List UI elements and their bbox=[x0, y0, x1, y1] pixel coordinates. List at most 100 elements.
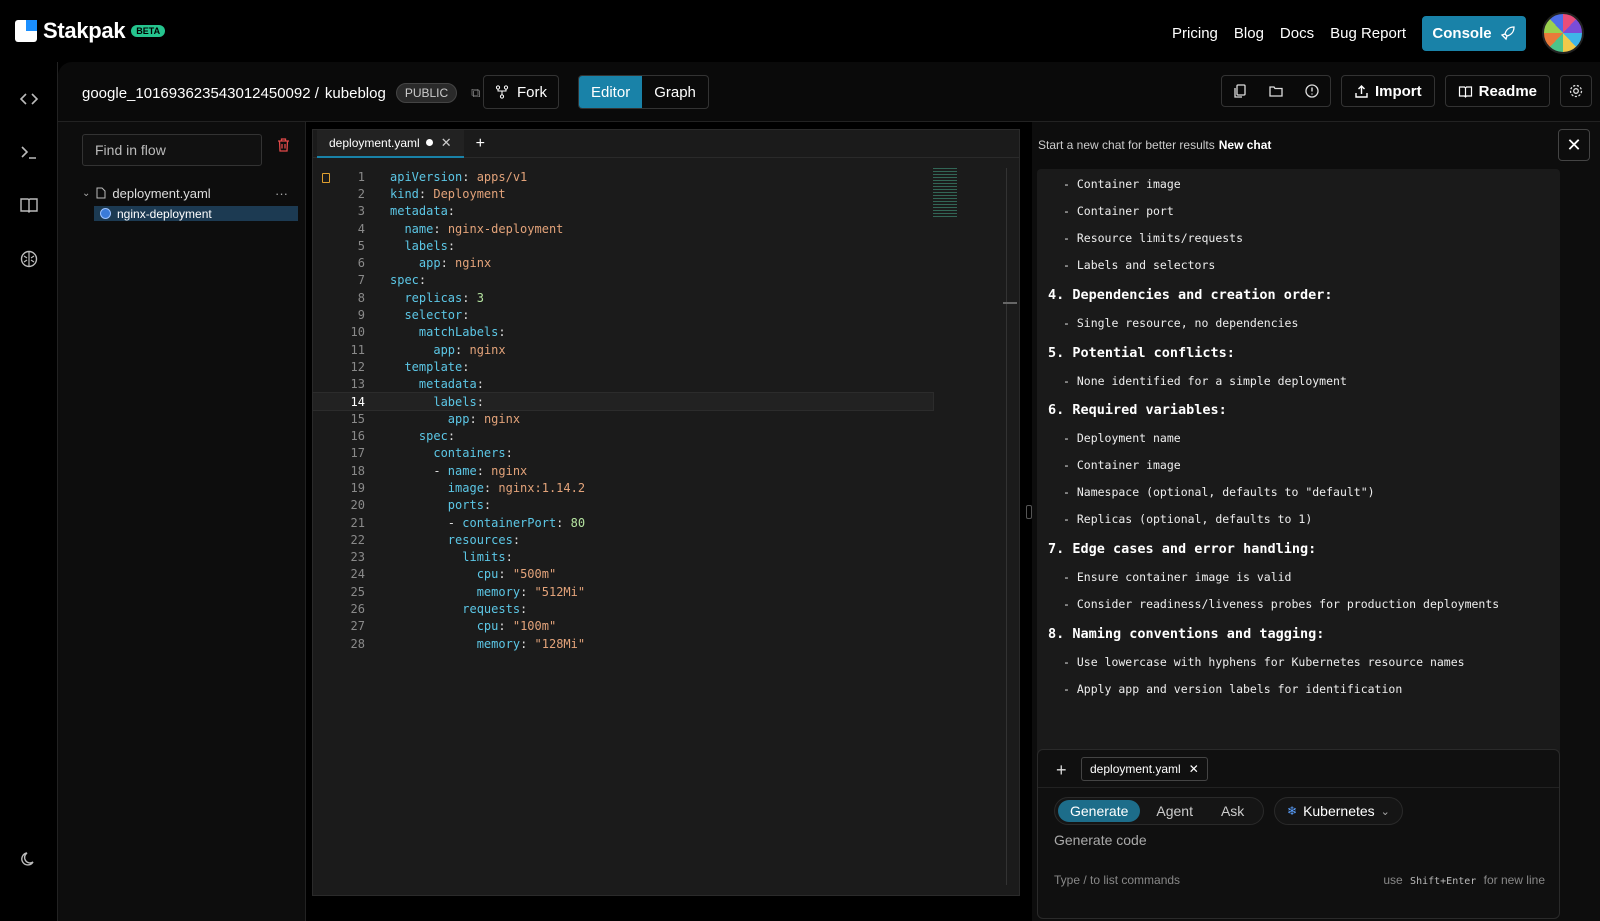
moon-icon[interactable] bbox=[19, 849, 39, 869]
remove-context-icon[interactable]: ✕ bbox=[1189, 762, 1199, 776]
code-line[interactable]: 15 app: nginx bbox=[313, 410, 933, 427]
trash-icon[interactable] bbox=[277, 138, 290, 155]
close-chat-button[interactable]: ✕ bbox=[1558, 129, 1590, 161]
brain-icon[interactable] bbox=[19, 249, 39, 269]
code-token: nginx bbox=[491, 463, 528, 478]
mode-agent[interactable]: Agent bbox=[1144, 800, 1205, 822]
mode-generate[interactable]: Generate bbox=[1058, 800, 1141, 822]
readme-button[interactable]: Readme bbox=[1444, 75, 1550, 107]
code-line[interactable]: 13 metadata: bbox=[313, 376, 933, 393]
user-avatar[interactable] bbox=[1542, 12, 1584, 54]
line-number: 18 bbox=[350, 463, 365, 478]
code-line[interactable]: 27 cpu: "100m" bbox=[313, 618, 933, 635]
code-line[interactable]: 18 - name: nginx bbox=[313, 462, 933, 479]
copy-icon[interactable]: ⧉ bbox=[471, 85, 480, 101]
tab-graph[interactable]: Graph bbox=[642, 76, 708, 108]
code-line[interactable]: 1 apiVersion: apps/v1 bbox=[313, 168, 933, 185]
code-line[interactable]: 5 labels: bbox=[313, 237, 933, 254]
code-token: : bbox=[512, 532, 521, 547]
line-number: 23 bbox=[350, 550, 365, 565]
code-editor: deployment.yaml ✕ + 1 apiVersion: apps/v1… bbox=[312, 129, 1020, 896]
line-number: 27 bbox=[350, 619, 365, 634]
code-line[interactable]: 7 spec: bbox=[313, 272, 933, 289]
code-line[interactable]: 19 image: nginx:1.14.2 bbox=[313, 479, 933, 496]
code-line[interactable]: 4 name: nginx-deployment bbox=[313, 220, 933, 237]
terminal-icon[interactable] bbox=[19, 142, 39, 162]
line-number: 22 bbox=[350, 532, 365, 547]
tab-editor[interactable]: Editor bbox=[579, 76, 643, 108]
fork-button[interactable]: Fork bbox=[483, 75, 559, 109]
more-options-icon[interactable]: ··· bbox=[275, 186, 288, 201]
code-line[interactable]: 16 spec: bbox=[313, 427, 933, 444]
code-token: - bbox=[390, 515, 463, 530]
book-icon[interactable] bbox=[19, 195, 39, 215]
code-line[interactable]: 2 kind: Deployment bbox=[313, 185, 933, 202]
line-number: 12 bbox=[350, 359, 365, 374]
tree-file-row[interactable]: ⌄ deployment.yaml ··· bbox=[82, 184, 302, 202]
code-line[interactable]: 8 replicas: 3 bbox=[313, 289, 933, 306]
console-button[interactable]: Console bbox=[1422, 15, 1526, 51]
editor-tab[interactable]: deployment.yaml ✕ bbox=[317, 129, 464, 158]
code-token: : bbox=[483, 498, 492, 513]
message-bullet: - Consider readiness/liveness probes for… bbox=[1063, 596, 1500, 611]
code-token: "128Mi" bbox=[534, 636, 586, 651]
brand-logo[interactable]: Stakpak BETA bbox=[15, 18, 166, 44]
find-in-flow-input[interactable] bbox=[82, 134, 262, 166]
new-tab-icon[interactable]: + bbox=[476, 135, 485, 153]
nav-pricing[interactable]: Pricing bbox=[1172, 25, 1218, 42]
line-content: metadata: bbox=[390, 204, 455, 218]
line-number: 20 bbox=[350, 498, 365, 513]
new-chat-link[interactable]: New chat bbox=[1219, 138, 1272, 152]
code-line[interactable]: 6 app: nginx bbox=[313, 254, 933, 271]
line-content: - name: nginx bbox=[390, 464, 527, 478]
fork-icon bbox=[495, 85, 509, 99]
code-line[interactable]: 25 memory: "512Mi" bbox=[313, 583, 933, 600]
right-tools: Import Readme bbox=[1220, 75, 1600, 107]
code-token: : bbox=[418, 273, 427, 288]
import-button[interactable]: Import bbox=[1340, 75, 1435, 107]
context-chip[interactable]: deployment.yaml ✕ bbox=[1081, 757, 1208, 781]
code-line[interactable]: 28 memory: "128Mi" bbox=[313, 635, 933, 652]
code-line[interactable]: 11 app: nginx bbox=[313, 341, 933, 358]
vertical-scrollbar[interactable] bbox=[1006, 168, 1007, 885]
nav-blog[interactable]: Blog bbox=[1234, 25, 1264, 42]
message-bullet: - Deployment name bbox=[1063, 431, 1181, 446]
duplicate-icon[interactable] bbox=[1222, 76, 1258, 106]
code-line[interactable]: 3 metadata: bbox=[313, 203, 933, 220]
folder-icon[interactable] bbox=[1258, 76, 1294, 106]
code-token: : bbox=[505, 446, 513, 461]
code-line[interactable]: 12 template: bbox=[313, 358, 933, 375]
mode-ask[interactable]: Ask bbox=[1209, 800, 1256, 822]
code-line[interactable]: 26 requests: bbox=[313, 600, 933, 617]
message-bullet: - Single resource, no dependencies bbox=[1063, 315, 1299, 330]
code-line[interactable]: 9 selector: bbox=[313, 306, 933, 323]
line-content: app: nginx bbox=[390, 343, 505, 357]
code-line[interactable]: 23 limits: bbox=[313, 549, 933, 566]
minimap[interactable] bbox=[933, 168, 957, 218]
code-lines[interactable]: 1 apiVersion: apps/v1 2 kind: Deployment 3 me… bbox=[312, 168, 934, 652]
gear-icon bbox=[1569, 84, 1583, 98]
add-context-icon[interactable]: + bbox=[1056, 760, 1067, 781]
tree-resource-row[interactable]: nginx-deployment bbox=[94, 206, 298, 221]
platform-select[interactable]: ❄ Kubernetes ⌄ bbox=[1274, 797, 1403, 825]
prompt-input[interactable] bbox=[1054, 832, 1544, 848]
code-line[interactable]: 21 - containerPort: 80 bbox=[313, 514, 933, 531]
close-tab-icon[interactable]: ✕ bbox=[441, 135, 452, 151]
code-line[interactable]: 14 labels: bbox=[312, 391, 934, 412]
alert-icon[interactable] bbox=[1294, 76, 1330, 106]
project-owner[interactable]: google_101693623543012450092 / bbox=[82, 85, 319, 102]
chevron-down-icon[interactable]: ⌄ bbox=[82, 188, 90, 199]
code-line[interactable]: 22 resources: bbox=[313, 531, 933, 548]
code-line[interactable]: 20 ports: bbox=[313, 497, 933, 514]
nav-bug-report[interactable]: Bug Report bbox=[1330, 25, 1406, 42]
code-icon[interactable] bbox=[19, 89, 39, 109]
code-line[interactable]: 24 cpu: "500m" bbox=[313, 566, 933, 583]
code-line[interactable]: 17 containers: bbox=[313, 445, 933, 462]
code-token: : bbox=[556, 515, 571, 530]
project-name[interactable]: kubeblog bbox=[325, 85, 386, 102]
nav-docs[interactable]: Docs bbox=[1280, 25, 1314, 42]
settings-button[interactable] bbox=[1560, 75, 1592, 107]
code-line[interactable]: 10 matchLabels: bbox=[313, 324, 933, 341]
